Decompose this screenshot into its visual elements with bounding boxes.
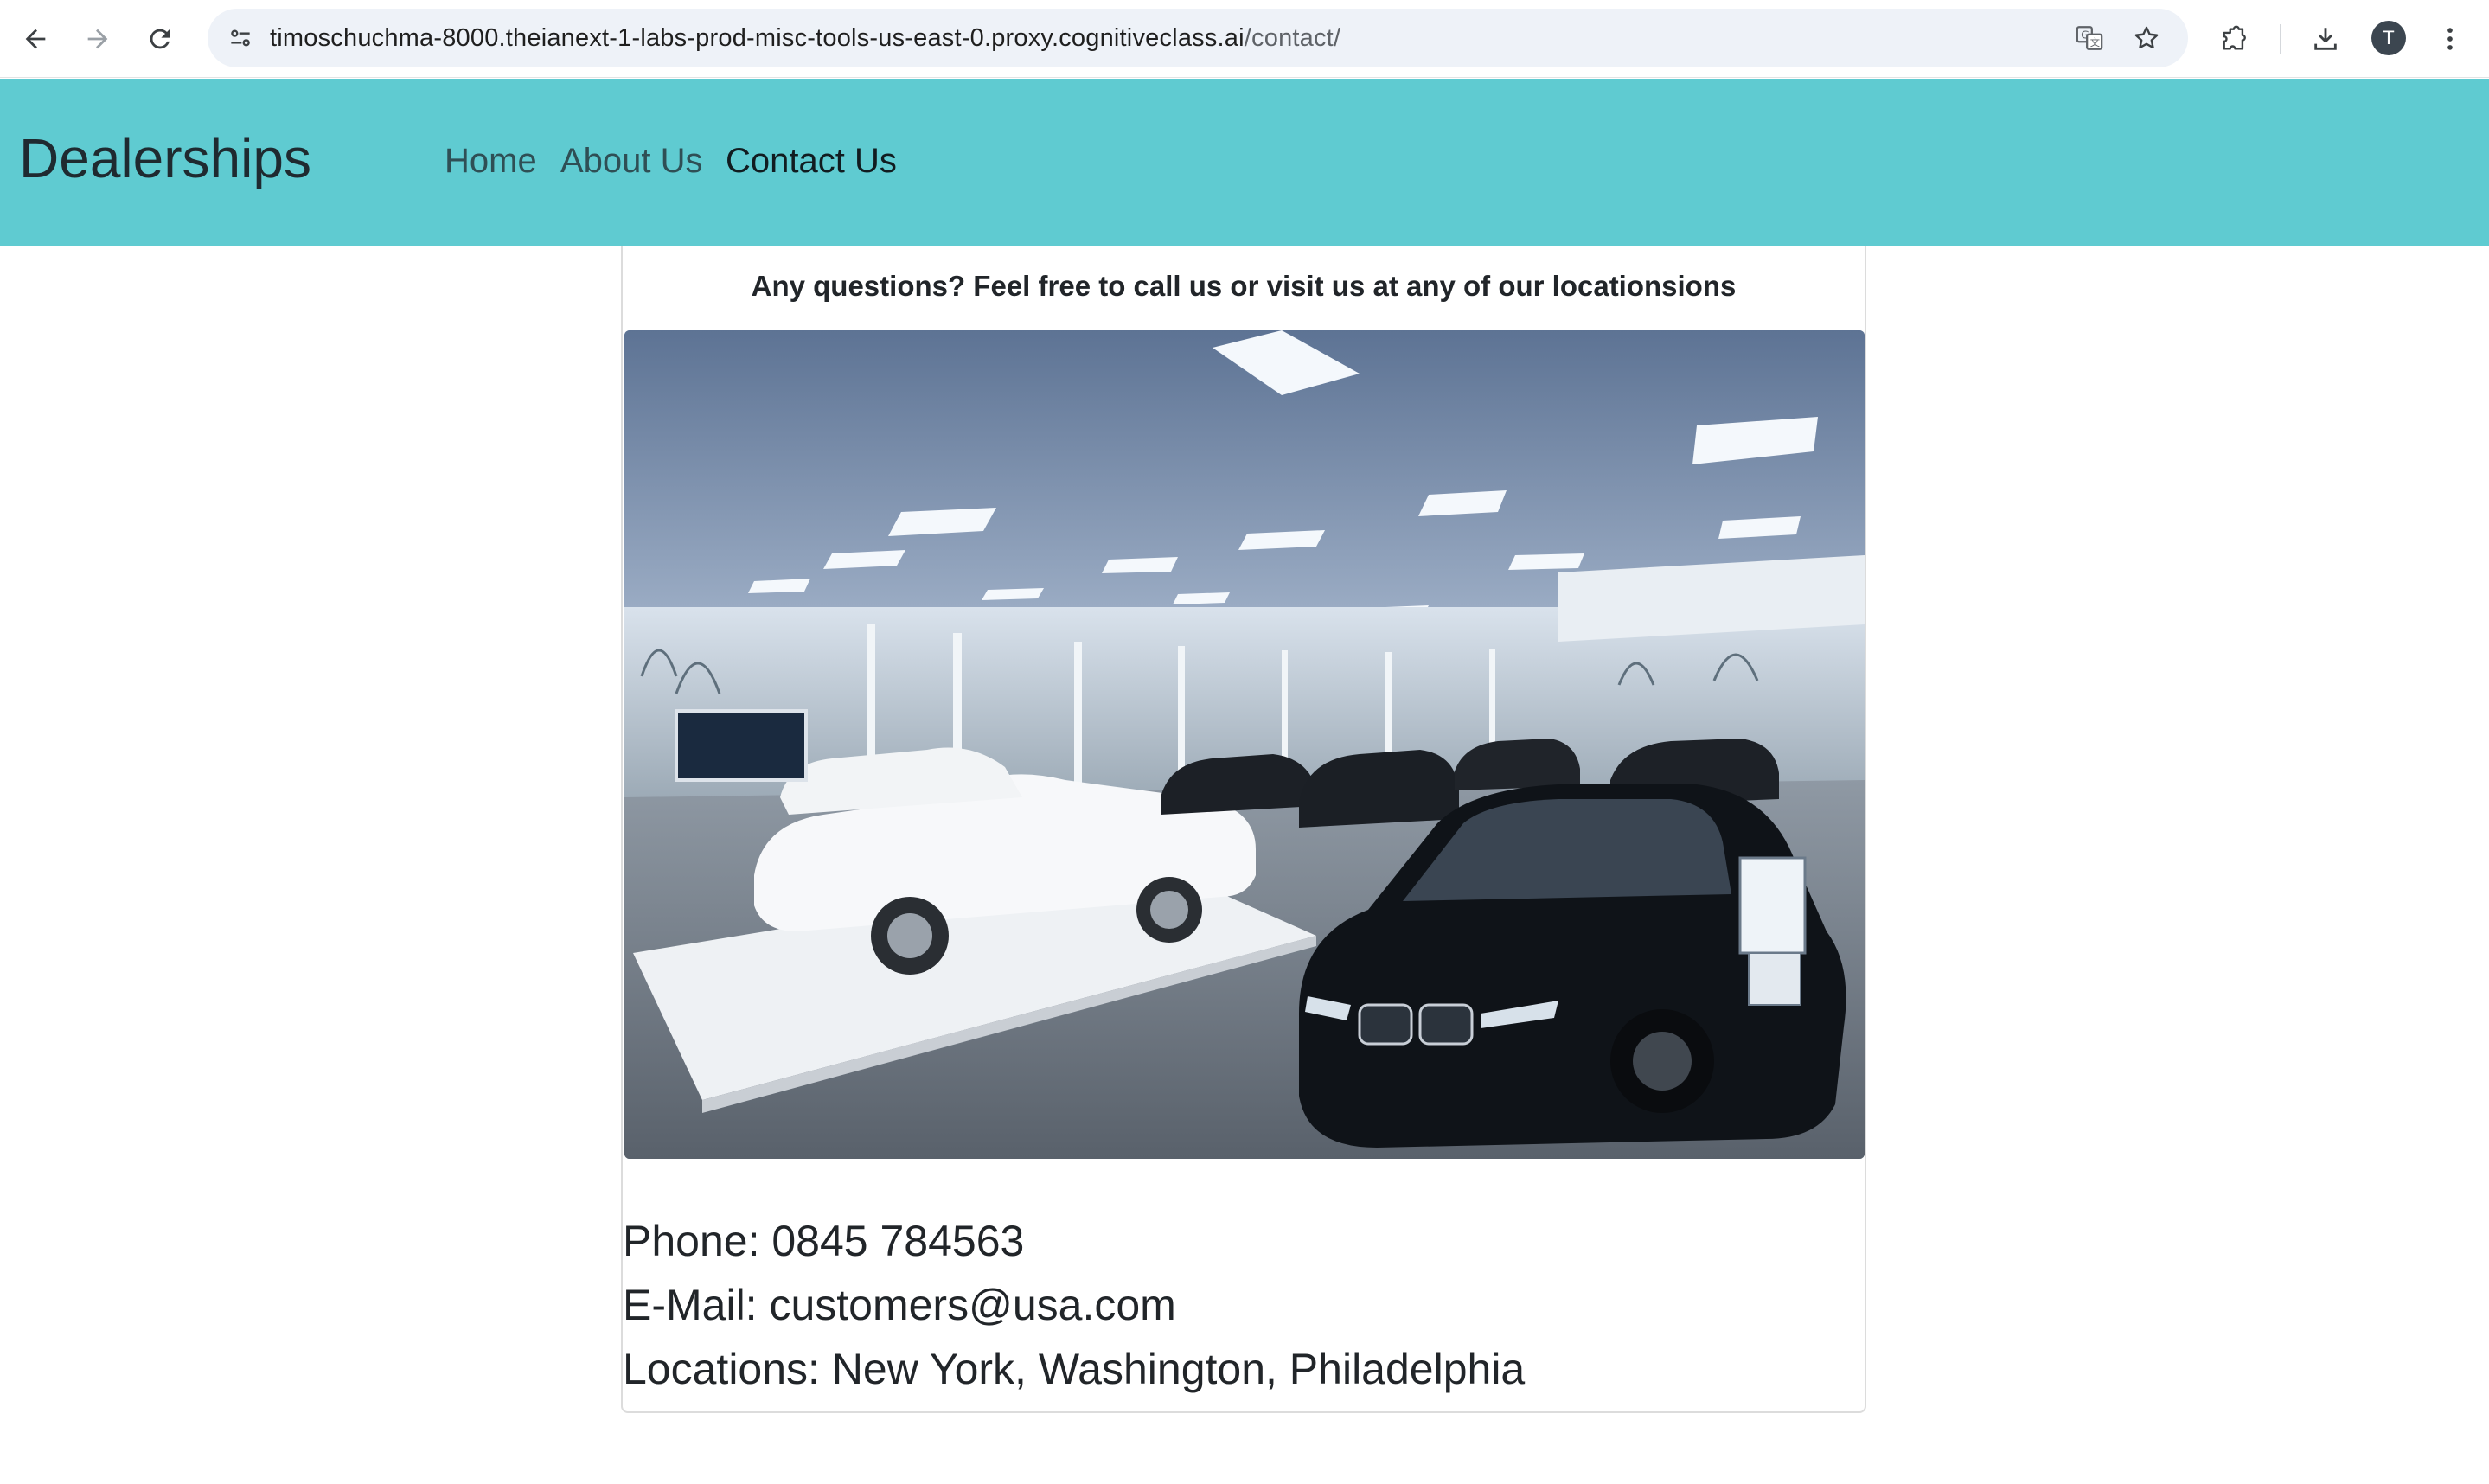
svg-text:文: 文 (2090, 36, 2100, 48)
extensions-icon[interactable] (2211, 16, 2257, 62)
url-host: timoschuchma-8000.theianext-1-labs-prod-… (270, 24, 1244, 52)
nav-link-about-us[interactable]: About Us (560, 139, 703, 182)
back-arrow-icon[interactable] (12, 16, 59, 62)
contact-phone: Phone: 0845 784563 (623, 1217, 1025, 1265)
profile-avatar[interactable]: T (2371, 21, 2406, 55)
showroom-image (624, 330, 1865, 1159)
translate-icon[interactable]: G文 (2070, 19, 2108, 57)
nav-link-home[interactable]: Home (445, 139, 537, 182)
site-navbar: Dealerships Home About Us Contact Us (0, 79, 2489, 246)
url-text[interactable]: timoschuchma-8000.theianext-1-labs-prod-… (270, 9, 1340, 67)
url-path: /contact/ (1244, 24, 1341, 52)
nav-link-contact-us[interactable]: Contact Us (726, 139, 897, 182)
site-info-icon[interactable] (220, 17, 261, 59)
browser-toolbar: timoschuchma-8000.theianext-1-labs-prod-… (0, 0, 2489, 78)
download-icon[interactable] (2302, 16, 2349, 62)
showroom-illustration (624, 330, 1865, 1159)
forward-arrow-icon[interactable] (74, 16, 121, 62)
contact-heading: Any questions? Feel free to call us or v… (751, 270, 1737, 302)
contact-email: E-Mail: customers@usa.com (623, 1281, 1176, 1329)
brand-title[interactable]: Dealerships (19, 124, 311, 193)
reload-icon[interactable] (137, 16, 183, 62)
contact-card: Any questions? Feel free to call us or v… (621, 246, 1866, 1413)
star-icon[interactable] (2127, 19, 2166, 57)
toolbar-divider (2280, 24, 2281, 54)
address-bar[interactable]: timoschuchma-8000.theianext-1-labs-prod-… (208, 9, 2188, 67)
kebab-menu-icon[interactable] (2427, 16, 2473, 62)
contact-locations: Locations: New York, Washington, Philade… (623, 1345, 1526, 1393)
